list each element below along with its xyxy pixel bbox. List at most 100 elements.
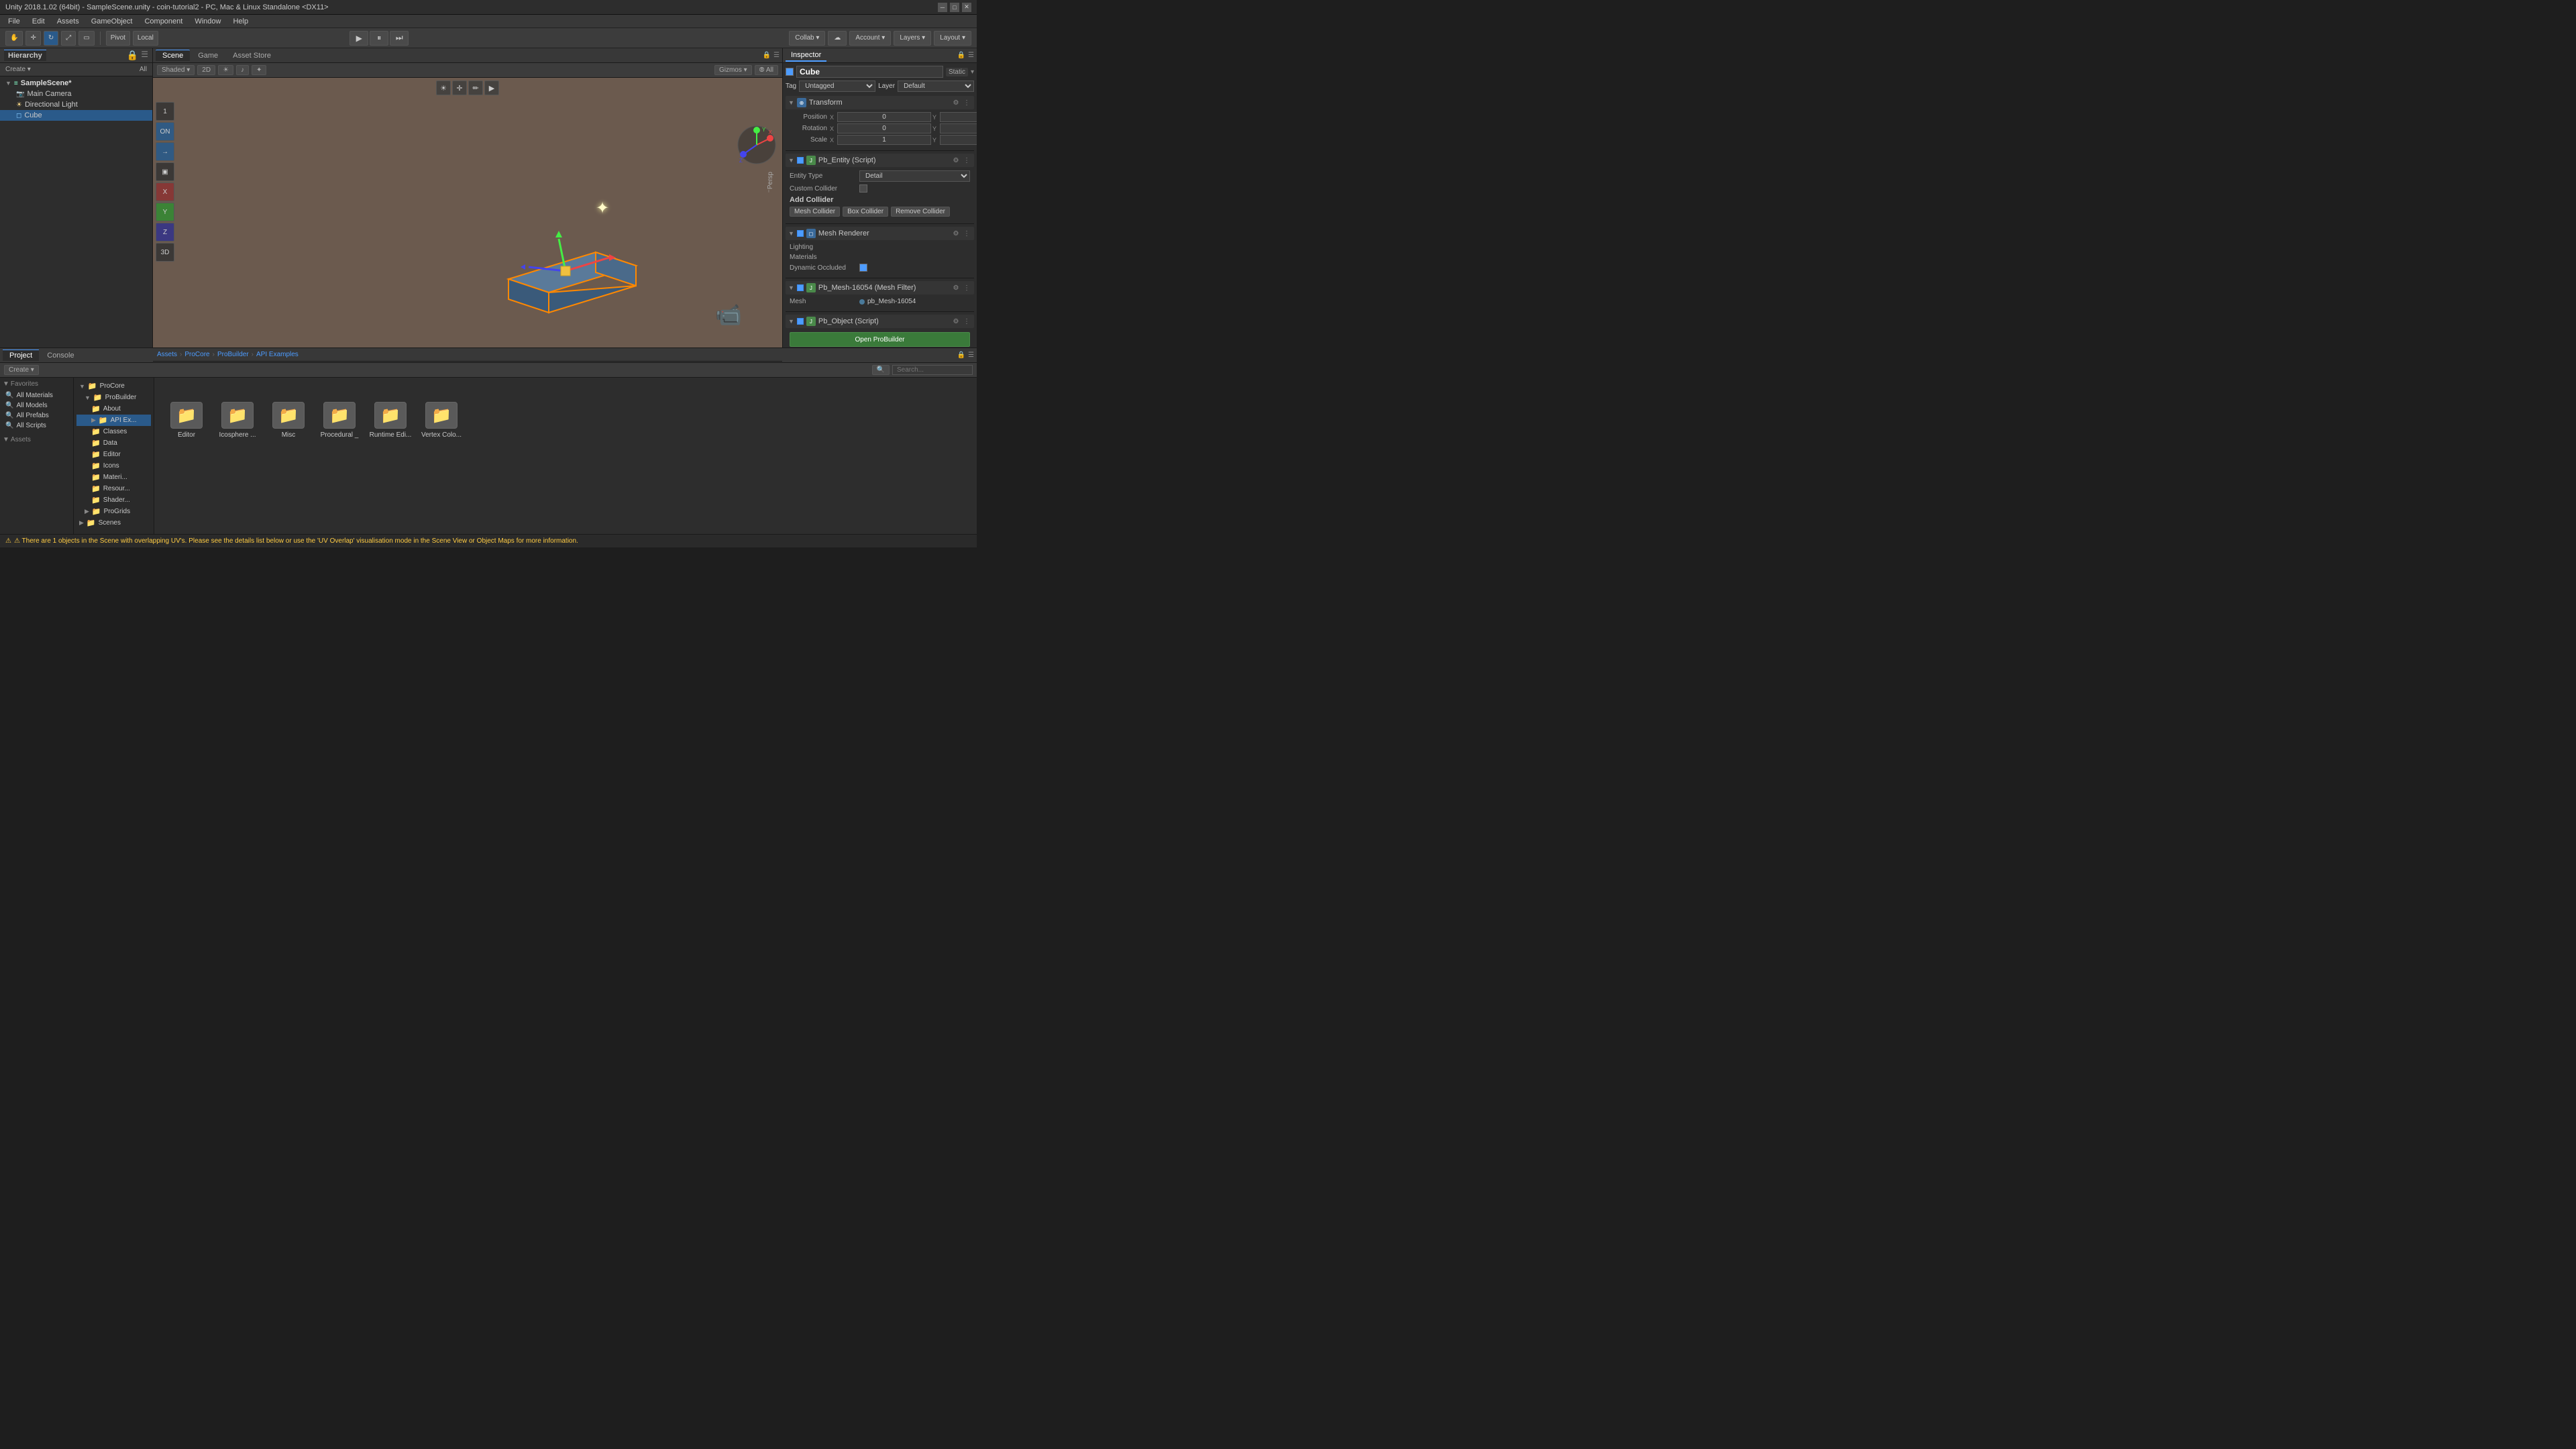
tab-project[interactable]: Project <box>3 350 39 361</box>
folder-runtime-edi[interactable]: 📁 Runtime Edi... <box>369 402 412 439</box>
fav-item-models[interactable]: 🔍 All Models <box>3 400 70 411</box>
hierarchy-lock-icon[interactable]: 🔒 <box>127 50 138 61</box>
scene-toolbar-icon1[interactable]: ☀ <box>436 80 451 95</box>
rotation-x-input[interactable] <box>837 123 931 133</box>
hierarchy-create-btn[interactable]: Create ▾ <box>3 65 34 74</box>
scene-toolbar-icon3[interactable]: ✏ <box>468 80 483 95</box>
layer-select[interactable]: Default <box>898 80 974 92</box>
entity-type-select[interactable]: Detail <box>859 170 970 182</box>
scene-side-btn-y[interactable]: Y <box>156 203 174 221</box>
asset-api-examples[interactable]: ▶ 📁 API Ex... <box>76 415 151 426</box>
project-search-button[interactable]: 🔍 <box>872 365 890 375</box>
tab-assetstore[interactable]: Asset Store <box>226 50 278 61</box>
asset-editor[interactable]: 📁 Editor <box>76 449 151 460</box>
minimize-button[interactable]: ─ <box>938 3 947 12</box>
project-search-input[interactable] <box>892 365 973 375</box>
obj-active-checkbox[interactable] <box>786 68 794 76</box>
scene-side-btn-x[interactable]: X <box>156 182 174 201</box>
project-menu-icon[interactable]: ☰ <box>968 352 974 359</box>
menu-component[interactable]: Component <box>139 16 188 27</box>
asset-shaders[interactable]: 📁 Shader... <box>76 494 151 506</box>
hierarchy-all-btn[interactable]: All <box>137 65 150 74</box>
hierarchy-item-directionallight[interactable]: ☀ Directional Light <box>0 99 152 110</box>
static-dropdown-icon[interactable]: ▾ <box>971 68 974 76</box>
shaded-button[interactable]: Shaded ▾ <box>157 65 195 75</box>
scene-side-btn-z[interactable]: Z <box>156 223 174 241</box>
pb-mesh-menu-icon[interactable]: ⋮ <box>962 283 971 292</box>
layout-button[interactable]: Layout ▾ <box>934 31 971 46</box>
maximize-button[interactable]: □ <box>950 3 959 12</box>
tab-scene[interactable]: Scene <box>156 50 190 61</box>
inspector-lock-icon[interactable]: 🔒 <box>957 52 965 59</box>
pb-object-settings-icon[interactable]: ⚙ <box>951 317 961 326</box>
tag-select[interactable]: Untagged <box>799 80 875 92</box>
folder-procedural[interactable]: 📁 Procedural _ <box>318 402 361 439</box>
scene-side-btn-3d[interactable]: 3D <box>156 243 174 262</box>
play-button[interactable]: ▶ <box>350 31 368 46</box>
pb-object-checkbox[interactable] <box>797 318 804 325</box>
all-button[interactable]: ⦾ All <box>755 65 778 75</box>
obj-name-field[interactable] <box>796 66 943 78</box>
asset-resources[interactable]: 📁 Resour... <box>76 483 151 494</box>
project-lock-icon[interactable]: 🔒 <box>957 352 965 359</box>
project-create-button[interactable]: Create ▾ <box>4 365 39 375</box>
menu-file[interactable]: File <box>3 16 25 27</box>
position-y-input[interactable] <box>940 112 977 122</box>
asset-materials[interactable]: 📁 Materi... <box>76 472 151 483</box>
rotation-y-input[interactable] <box>940 123 977 133</box>
inspector-tab[interactable]: Inspector <box>786 50 826 62</box>
audio-button[interactable]: ♪ <box>236 65 249 75</box>
close-button[interactable]: ✕ <box>962 3 971 12</box>
folder-misc[interactable]: 📁 Misc <box>267 402 310 439</box>
pb-entity-settings-icon[interactable]: ⚙ <box>951 156 961 165</box>
scale-x-input[interactable] <box>837 135 931 145</box>
local-button[interactable]: Local <box>133 31 158 46</box>
scene-view[interactable]: ☀ ✛ ✏ ▶ 1 ON → ▣ X Y Z 3D <box>153 78 782 347</box>
mesh-collider-button[interactable]: Mesh Collider <box>790 207 840 217</box>
fav-item-materials[interactable]: 🔍 All Materials <box>3 390 70 400</box>
mesh-renderer-header[interactable]: ▼ ◻ Mesh Renderer ⚙ ⋮ <box>786 227 974 240</box>
scene-toolbar-icon4[interactable]: ▶ <box>484 80 499 95</box>
pb-mesh-settings-icon[interactable]: ⚙ <box>951 283 961 292</box>
layers-button[interactable]: Layers ▾ <box>894 31 931 46</box>
transform-settings-icon[interactable]: ⚙ <box>951 98 961 107</box>
tab-game[interactable]: Game <box>191 50 225 61</box>
pb-mesh-header[interactable]: ▼ J Pb_Mesh-16054 (Mesh Filter) ⚙ ⋮ <box>786 281 974 294</box>
fav-item-scripts[interactable]: 🔍 All Scripts <box>3 421 70 431</box>
transform-component-header[interactable]: ▼ ⊕ Transform ⚙ ⋮ <box>786 96 974 109</box>
scene-toolbar-icon2[interactable]: ✛ <box>452 80 467 95</box>
inspector-menu-icon[interactable]: ☰ <box>968 52 974 59</box>
custom-collider-checkbox[interactable] <box>859 184 867 193</box>
mesh-renderer-checkbox[interactable] <box>797 230 804 237</box>
pause-button[interactable]: ⏸ <box>370 31 388 46</box>
menu-assets[interactable]: Assets <box>52 16 85 27</box>
step-button[interactable]: ⏭ <box>390 31 409 46</box>
effects-button[interactable]: ✦ <box>252 65 266 75</box>
rect-tool-button[interactable]: ▭ <box>78 31 94 46</box>
open-probuilder-button[interactable]: Open ProBuilder <box>790 332 970 347</box>
account-button[interactable]: Account ▾ <box>849 31 891 46</box>
remove-collider-button[interactable]: Remove Collider <box>891 207 950 217</box>
scene-lock-icon[interactable]: 🔒 <box>763 52 771 59</box>
asset-about[interactable]: 📁 About <box>76 403 151 415</box>
box-collider-button[interactable]: Box Collider <box>843 207 888 217</box>
asset-probuilder[interactable]: ▼ 📁 ProBuilder <box>76 392 151 403</box>
rotate-tool-button[interactable]: ↻ <box>44 31 58 46</box>
menu-help[interactable]: Help <box>227 16 254 27</box>
hierarchy-item-maincamera[interactable]: 📷 Main Camera <box>0 89 152 99</box>
scene-menu-icon[interactable]: ☰ <box>773 52 780 59</box>
pb-object-menu-icon[interactable]: ⋮ <box>962 317 971 326</box>
scale-tool-button[interactable]: ⤢ <box>61 31 76 46</box>
mesh-renderer-settings-icon[interactable]: ⚙ <box>951 229 961 238</box>
scene-side-btn-3[interactable]: → <box>156 142 174 161</box>
favorites-header[interactable]: ▼ Favorites <box>3 380 70 388</box>
hand-tool-button[interactable]: ✋ <box>5 31 23 46</box>
menu-edit[interactable]: Edit <box>27 16 50 27</box>
position-x-input[interactable] <box>837 112 931 122</box>
pb-entity-header[interactable]: ▼ J Pb_Entity (Script) ⚙ ⋮ <box>786 154 974 167</box>
folder-editor[interactable]: 📁 Editor <box>165 402 208 439</box>
scale-y-input[interactable] <box>940 135 977 145</box>
folder-icosphere[interactable]: 📁 Icosphere ... <box>216 402 259 439</box>
pb-object-header[interactable]: ▼ J Pb_Object (Script) ⚙ ⋮ <box>786 315 974 328</box>
fav-item-prefabs[interactable]: 🔍 All Prefabs <box>3 411 70 421</box>
